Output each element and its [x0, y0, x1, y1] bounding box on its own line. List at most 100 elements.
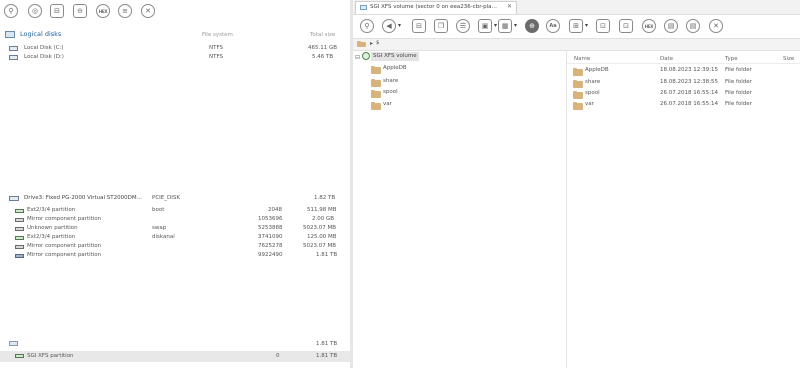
folder-icon [371, 89, 381, 98]
tree-item-label: share [383, 78, 399, 84]
tree-item-label: var [383, 101, 392, 107]
folder-icon [573, 90, 583, 99]
partition-name: Ext2/3/4 partition [27, 234, 76, 240]
file-type: File folder [725, 101, 752, 107]
tab-sgi-xfs-volume[interactable]: SGI XFS volume (sector 0 on eea236-cbr-p… [355, 1, 517, 14]
disk-icon [9, 55, 18, 60]
volume-icon [360, 5, 367, 10]
partition-type: boot [152, 207, 165, 213]
col-date[interactable]: Date [660, 56, 673, 62]
pane-splitter[interactable] [350, 0, 353, 368]
file-name: var [585, 101, 594, 107]
disk-size: 465.11 GB [308, 45, 338, 51]
file-type: File folder [725, 90, 752, 96]
search-icon[interactable]: ⚲ [360, 19, 374, 33]
selected-partition-row[interactable]: SGI XFS partition 0 1.81 TB [0, 351, 350, 362]
hex-icon[interactable]: HEX [96, 4, 110, 18]
tree-icon[interactable]: ▤ [686, 19, 700, 33]
file-type: File folder [725, 67, 752, 73]
partition-size: 2.00 GB [312, 216, 335, 222]
col-file-system: File system [202, 32, 233, 38]
scan-icon[interactable]: ◎ [28, 4, 42, 18]
stop-icon[interactable]: ✕ [709, 19, 723, 33]
partition-icon [15, 227, 24, 231]
close-icon[interactable]: ✕ [141, 4, 155, 18]
chevron-down-icon[interactable]: ▾ [398, 22, 401, 29]
hex-icon[interactable]: HEX [642, 19, 656, 33]
file-date: 18.08.2023 12:38:55 [660, 79, 718, 85]
tree-item-label: AppleDB [383, 65, 407, 71]
partition-icon [15, 209, 24, 213]
xfs-volume-icon [362, 52, 370, 60]
file-type: File folder [725, 79, 752, 85]
filter-icon[interactable]: ⊞ [569, 19, 583, 33]
collapse-icon[interactable]: ⊟ [355, 54, 360, 61]
partition-icon [15, 236, 24, 240]
folder-icon [357, 40, 366, 47]
path-bar[interactable]: ▸ $ [353, 38, 800, 51]
partition-type: diskanal [152, 234, 175, 240]
image-disk-icon [9, 341, 18, 346]
drive-icon [9, 196, 19, 201]
partition-icon [15, 254, 24, 258]
disk-name: Local Disk (D:) [24, 54, 64, 60]
lock-icon[interactable]: ⊖ [73, 4, 87, 18]
file-date: 18.08.2023 12:39:15 [660, 67, 718, 73]
partition-name: Unknown partition [27, 225, 78, 231]
col-type[interactable]: Type [725, 56, 738, 62]
save-icon[interactable]: ⊟ [50, 4, 64, 18]
image-icon[interactable]: ▤ [664, 19, 678, 33]
file-date: 26.07.2018 16:55:14 [660, 101, 718, 107]
partition-start: 2048 [268, 207, 282, 213]
col-total-size: Total size [310, 32, 336, 38]
partition-name: Ext2/3/4 partition [27, 207, 76, 213]
tree-root-item[interactable]: SGI XFS volume [371, 52, 419, 61]
tree-item-label: spool [383, 89, 398, 95]
disk-fs: NTFS [209, 45, 224, 51]
partition-start: 9922490 [258, 252, 283, 258]
partition-size: 5023.07 MB [303, 225, 337, 231]
properties-icon[interactable]: ⊡ [596, 19, 610, 33]
tree-root-label: SGI XFS volume [373, 53, 417, 59]
find-text-icon[interactable]: Aa [546, 19, 560, 33]
path-chevron-icon: ▸ [370, 40, 374, 47]
partition-start: 3741090 [258, 234, 283, 240]
tree-list-splitter[interactable] [566, 50, 567, 368]
chevron-down-icon[interactable]: ▾ [585, 22, 588, 29]
folder-icon [371, 78, 381, 87]
binoculars-icon[interactable]: ⊕ [525, 19, 539, 33]
grid-view-icon[interactable]: ▦ [498, 19, 512, 33]
file-name: AppleDB [585, 67, 609, 73]
list-view-icon[interactable]: ☰ [456, 19, 470, 33]
details-icon[interactable]: ⊡ [619, 19, 633, 33]
chevron-down-icon[interactable]: ▾ [494, 22, 497, 29]
partition-name: Mirror component partition [27, 216, 102, 222]
col-name[interactable]: Name [574, 56, 590, 62]
list-icon[interactable]: ≡ [118, 4, 132, 18]
folder-icon [573, 79, 583, 88]
drive-name: Drive3: Fixed PG-2000 Virtual ST2000DM..… [24, 195, 142, 201]
save-icon[interactable]: ⊟ [412, 19, 426, 33]
folder-icon [573, 101, 583, 110]
partition-type: swap [152, 225, 167, 231]
file-name: spool [585, 90, 600, 96]
back-icon[interactable]: ◀ [382, 19, 396, 33]
computer-icon [5, 31, 15, 38]
partition-name: Mirror component partition [27, 252, 102, 258]
chevron-down-icon[interactable]: ▾ [514, 22, 517, 29]
partition-icon [15, 354, 24, 358]
drive-bus: PCIE_DISK [152, 195, 180, 201]
tab-close-icon[interactable]: ✕ [507, 3, 512, 10]
folder-icon [573, 67, 583, 76]
copy-icon[interactable]: ❐ [434, 19, 448, 33]
tab-title: SGI XFS volume (sector 0 on eea236-cbr-p… [370, 4, 498, 10]
recover-icon[interactable]: ▣ [478, 19, 492, 33]
folder-icon [371, 101, 381, 110]
path-text: $ [376, 40, 380, 46]
partition-size: 1.81 TB [316, 353, 338, 359]
drive-size: 1.82 TB [314, 195, 336, 201]
partition-size: 5023.07 MB [303, 243, 337, 249]
col-size[interactable]: Size [783, 56, 794, 62]
search-icon[interactable]: ⚲ [4, 4, 18, 18]
disk-size: 5.46 TB [312, 54, 334, 60]
